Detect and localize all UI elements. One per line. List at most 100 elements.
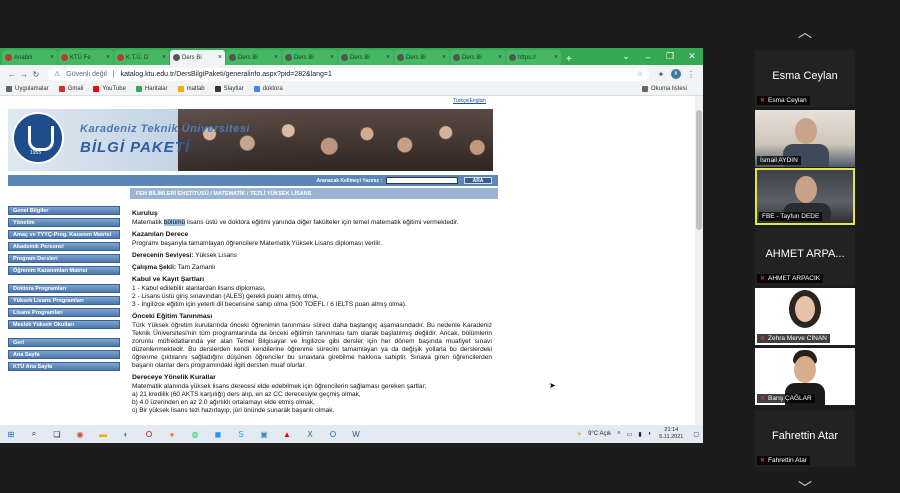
- file-explorer-icon[interactable]: ▬: [96, 428, 110, 440]
- whatsapp-icon[interactable]: ◍: [188, 428, 202, 440]
- participant-tile[interactable]: ✕ Zehra Merve CİNAN: [755, 288, 855, 345]
- menu-yonetim[interactable]: Yönetim: [8, 218, 120, 227]
- tab-6[interactable]: Ders Bi ×: [282, 50, 337, 65]
- participant-tile[interactable]: ✕ Barış ÇAĞLAR: [755, 348, 855, 405]
- search-input[interactable]: [386, 177, 458, 184]
- rule-item: a) 21 kredilik (60 AKTS karşılığı) ders …: [132, 391, 361, 398]
- menu-lisans[interactable]: Lisans Programları: [8, 308, 120, 317]
- tab-9[interactable]: Ders Bi ×: [450, 50, 505, 65]
- participant-display-name: AHMET ARPA...: [765, 248, 845, 260]
- menu-genel-bilgiler[interactable]: Genel Bilgiler: [8, 206, 120, 215]
- close-icon[interactable]: ×: [498, 54, 502, 61]
- close-icon[interactable]: ×: [274, 54, 278, 61]
- menu-ana-sayfa[interactable]: Ana Sayfa: [8, 350, 120, 359]
- reading-list[interactable]: Okuma listesi: [641, 86, 687, 92]
- close-window-icon[interactable]: ✕: [681, 51, 703, 62]
- star-icon[interactable]: ☆: [637, 70, 643, 78]
- outlook-icon[interactable]: O: [326, 428, 340, 440]
- menu-amac-tyyc[interactable]: Amaç ve TYYÇ-Prog. Kazanım Matrisi: [8, 230, 120, 239]
- participant-label: ✕ Zehra Merve CİNAN: [757, 334, 830, 343]
- edge-icon[interactable]: ◐: [119, 428, 133, 440]
- windows-start-icon[interactable]: ⊞: [4, 428, 18, 440]
- weather-icon[interactable]: ☀: [577, 431, 582, 438]
- paragraph-kazanilan-derece: Programı başarıyla tamamlayan öğrenciler…: [132, 240, 382, 247]
- menu-akademik-personel[interactable]: Akademik Personel: [8, 242, 120, 251]
- close-icon[interactable]: ×: [442, 54, 446, 61]
- scroll-thumb[interactable]: [696, 110, 702, 230]
- tab-10[interactable]: https://×: [506, 50, 561, 65]
- reload-icon[interactable]: ↻: [30, 70, 42, 79]
- package-title: BİLGİ PAKETİ: [80, 139, 191, 156]
- weather-text[interactable]: 9°C Açık: [588, 431, 611, 437]
- tab-3[interactable]: K.T.Ü. D ×: [114, 50, 169, 65]
- close-icon[interactable]: ×: [162, 54, 166, 61]
- language-links[interactable]: Türkçe|English: [453, 98, 486, 104]
- participant-tile[interactable]: AHMET ARPA... ✕ AHMET ARPACIK: [755, 228, 855, 285]
- close-icon[interactable]: ×: [554, 54, 558, 61]
- tab-2[interactable]: KTÜ Fe ×: [58, 50, 113, 65]
- bookmark-maps[interactable]: Haritalar: [135, 86, 168, 92]
- task-view-icon[interactable]: ❏: [50, 428, 64, 440]
- bookmark-gmail[interactable]: Gmail: [58, 86, 83, 92]
- menu-dots-icon[interactable]: ⋮: [685, 70, 697, 79]
- close-icon[interactable]: ×: [106, 54, 110, 61]
- excel-icon[interactable]: X: [303, 428, 317, 440]
- menu-yuksek-lisans[interactable]: Yüksek Lisans Programları: [8, 296, 120, 305]
- tab-1[interactable]: Anabili ×: [2, 50, 57, 65]
- volume-icon[interactable]: ◖: [648, 431, 652, 437]
- bookmark-slides[interactable]: Slaytlar: [214, 86, 244, 92]
- chevron-up-icon[interactable]: ︿: [796, 22, 814, 40]
- clock[interactable]: 21:14 5.11.2021: [659, 427, 683, 441]
- close-icon[interactable]: ×: [330, 54, 334, 61]
- tab-8[interactable]: Ders Bi ×: [394, 50, 449, 65]
- chevron-down-icon[interactable]: ⌄: [615, 51, 637, 62]
- bookmark-matlab[interactable]: matlab: [177, 86, 205, 92]
- chrome-icon[interactable]: ◉: [73, 428, 87, 440]
- opera-icon[interactable]: O: [142, 428, 156, 440]
- participant-tile[interactable]: İsmail AYDIN: [755, 110, 855, 167]
- participant-tile[interactable]: Fahrettin Atar ✕ Fahrettin Atar: [755, 410, 855, 467]
- back-arrow-icon[interactable]: ←: [6, 70, 18, 79]
- menu-meslek-yuksek-okullari[interactable]: Meslek Yüksek Okulları: [8, 320, 120, 329]
- bookmark-apps[interactable]: Uygulamalar: [6, 86, 49, 92]
- acrobat-icon[interactable]: ▲: [280, 428, 294, 440]
- profile-avatar[interactable]: k: [671, 69, 681, 79]
- menu-geri[interactable]: Geri: [8, 338, 120, 347]
- remote-icon[interactable]: ▣: [257, 428, 271, 440]
- search-button[interactable]: ARA: [464, 177, 492, 184]
- menu-ktu-ana-sayfa[interactable]: KTÜ Ana Sayfa: [8, 362, 120, 371]
- minimize-icon[interactable]: –: [637, 52, 659, 62]
- page-scrollbar[interactable]: [695, 96, 703, 425]
- search-icon[interactable]: ⌕: [27, 428, 41, 440]
- window-controls: ⌄ – ❐ ✕: [615, 48, 703, 65]
- url-text[interactable]: katalog.ktu.edu.tr/DersBilgiPaketi/gener…: [121, 71, 332, 78]
- bookmark-youtube[interactable]: YouTube: [93, 86, 126, 92]
- battery-icon[interactable]: ▮: [638, 431, 641, 438]
- menu-ogrenim-kazanimlari[interactable]: Öğrenim Kazanımları Matrisi: [8, 266, 120, 275]
- extensions-icon[interactable]: ✦: [655, 70, 667, 79]
- close-icon[interactable]: ×: [218, 54, 222, 61]
- word-icon[interactable]: W: [349, 428, 363, 440]
- tab-7[interactable]: Ders Bi ×: [338, 50, 393, 65]
- participant-tile[interactable]: Esma Ceylan ✕ Esma Ceylan: [755, 50, 855, 107]
- tab-5[interactable]: Ders Bi ×: [226, 50, 281, 65]
- zoom-icon[interactable]: ◼: [211, 428, 225, 440]
- notifications-icon[interactable]: ▢: [693, 431, 699, 438]
- maximize-icon[interactable]: ❐: [659, 51, 681, 62]
- network-icon[interactable]: ▭: [627, 431, 633, 438]
- firefox-icon[interactable]: ●: [165, 428, 179, 440]
- bookmark-doktora[interactable]: doktora: [253, 86, 283, 92]
- skype-icon[interactable]: S: [234, 428, 248, 440]
- close-icon[interactable]: ×: [386, 54, 390, 61]
- participant-tile-active-speaker[interactable]: FBE - Tayfun DEDE: [755, 168, 855, 225]
- warning-icon[interactable]: ⚠: [54, 70, 60, 78]
- new-tab-button[interactable]: +: [562, 54, 576, 65]
- chevron-down-icon[interactable]: ﹀: [796, 478, 814, 493]
- menu-program-dersleri[interactable]: Program Dersleri: [8, 254, 120, 263]
- tray-arrow-icon[interactable]: ˄: [617, 431, 621, 437]
- omnibox[interactable]: ⚠ Güvenli değil | katalog.ktu.edu.tr/Der…: [48, 67, 649, 81]
- tab-4-active[interactable]: Ders Bi ×: [170, 50, 225, 65]
- close-icon[interactable]: ×: [50, 54, 54, 61]
- forward-arrow-icon[interactable]: →: [18, 70, 30, 79]
- menu-doktora[interactable]: Doktora Programları: [8, 284, 120, 293]
